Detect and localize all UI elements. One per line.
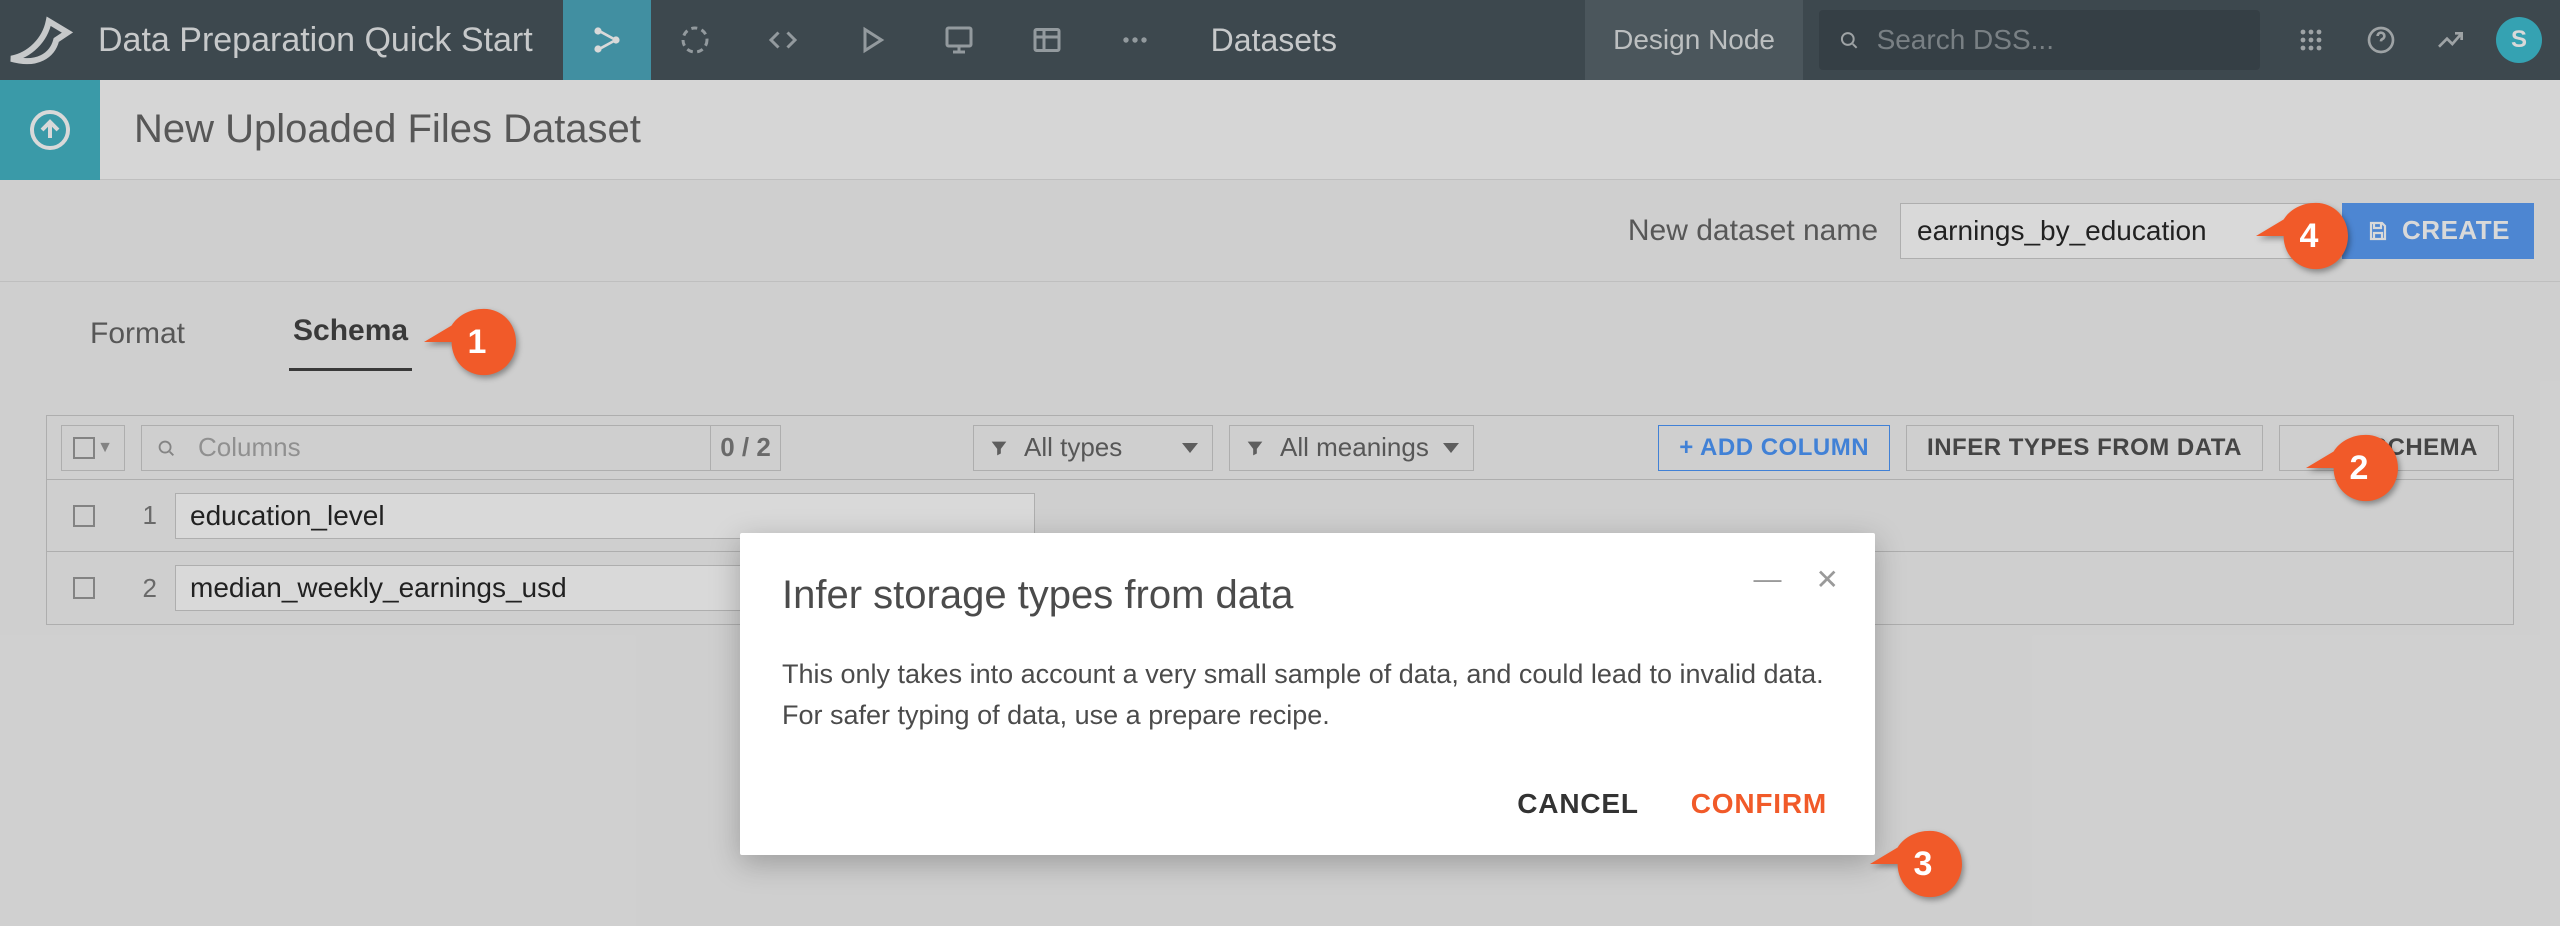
trend-icon xyxy=(2435,24,2467,56)
ellipsis-icon xyxy=(1117,22,1153,58)
modal-minimize[interactable]: — xyxy=(1754,563,1782,596)
presentation-icon xyxy=(941,22,977,58)
global-search[interactable] xyxy=(1819,10,2260,70)
infer-types-modal: — ✕ Infer storage types from data This o… xyxy=(740,533,1875,855)
chevron-down-icon xyxy=(1443,443,1459,453)
checkbox-icon xyxy=(73,437,95,459)
add-column-button[interactable]: + ADD COLUMN xyxy=(1658,425,1890,471)
column-count: 0 / 2 xyxy=(710,426,780,470)
chevron-down-icon: ▼ xyxy=(97,439,113,457)
circle-tab[interactable] xyxy=(651,0,739,80)
activity-button[interactable] xyxy=(2416,0,2486,80)
user-avatar[interactable]: S xyxy=(2496,17,2542,63)
chevron-down-icon xyxy=(1182,443,1198,453)
column-search: 0 / 2 xyxy=(141,425,781,471)
infer-types-button[interactable]: INFER TYPES FROM DATA xyxy=(1906,425,2263,471)
play-icon xyxy=(853,22,889,58)
row-checkbox[interactable] xyxy=(73,577,95,599)
save-icon xyxy=(2366,219,2390,243)
apps-button[interactable] xyxy=(2276,0,2346,80)
tabs: Format Schema xyxy=(0,282,2560,371)
flow-tab[interactable] xyxy=(563,0,651,80)
annotation-marker-3: 3 xyxy=(1870,828,1962,900)
tab-format[interactable]: Format xyxy=(86,317,189,371)
dashboard-tab[interactable] xyxy=(915,0,1003,80)
modal-actions: CANCEL CONFIRM xyxy=(782,787,1833,821)
select-all-checkbox[interactable]: ▼ xyxy=(61,425,125,471)
project-title[interactable]: Data Preparation Quick Start xyxy=(90,0,563,80)
layout-icon xyxy=(1029,22,1065,58)
modal-confirm-button[interactable]: CONFIRM xyxy=(1685,787,1833,821)
types-filter-label: All types xyxy=(1024,432,1122,463)
filter-icon xyxy=(1244,437,1266,459)
dashed-circle-icon xyxy=(677,22,713,58)
row-index: 2 xyxy=(125,573,157,604)
row-index: 1 xyxy=(125,500,157,531)
help-button[interactable] xyxy=(2346,0,2416,80)
code-tab[interactable] xyxy=(739,0,827,80)
annotation-marker-4: 4 xyxy=(2256,200,2348,272)
grid-tab[interactable] xyxy=(1003,0,1091,80)
filter-icon xyxy=(988,437,1010,459)
search-icon xyxy=(1837,27,1861,53)
column-name-input[interactable] xyxy=(175,493,1035,539)
search-icon xyxy=(142,437,190,459)
global-search-input[interactable] xyxy=(1875,23,2242,57)
grid-dots-icon xyxy=(2295,24,2327,56)
subheader: New Uploaded Files Dataset xyxy=(0,80,2560,180)
run-tab[interactable] xyxy=(827,0,915,80)
modal-title: Infer storage types from data xyxy=(782,573,1833,618)
annotation-marker-2: 2 xyxy=(2306,432,2398,504)
bird-icon xyxy=(0,0,90,85)
tab-schema[interactable]: Schema xyxy=(289,314,412,371)
meanings-filter[interactable]: All meanings xyxy=(1229,425,1474,471)
modal-body: This only takes into account a very smal… xyxy=(782,654,1833,735)
column-search-input[interactable] xyxy=(190,431,710,464)
design-node-label[interactable]: Design Node xyxy=(1585,0,1803,80)
types-filter[interactable]: All types xyxy=(973,425,1213,471)
annotation-marker-1: 1 xyxy=(424,306,516,378)
app-logo[interactable] xyxy=(0,0,90,80)
create-button[interactable]: CREATE xyxy=(2342,203,2534,259)
upload-icon-tile xyxy=(0,80,100,180)
help-icon xyxy=(2365,24,2397,56)
page-title: New Uploaded Files Dataset xyxy=(100,107,641,152)
upload-icon xyxy=(26,106,74,154)
create-row: New dataset name CREATE xyxy=(0,180,2560,282)
dataset-name-label: New dataset name xyxy=(1628,214,1878,248)
nav-datasets[interactable]: Datasets xyxy=(1179,0,1369,80)
row-checkbox[interactable] xyxy=(73,505,95,527)
code-icon xyxy=(765,22,801,58)
more-tab[interactable] xyxy=(1091,0,1179,80)
create-button-label: CREATE xyxy=(2402,215,2510,246)
meanings-filter-label: All meanings xyxy=(1280,432,1429,463)
modal-close[interactable]: ✕ xyxy=(1816,563,1839,596)
schema-toolbar: ▼ 0 / 2 All types All mea xyxy=(47,416,2513,480)
modal-cancel-button[interactable]: CANCEL xyxy=(1511,787,1644,821)
flow-icon xyxy=(589,22,625,58)
top-bar: Data Preparation Quick Start Datasets De… xyxy=(0,0,2560,80)
